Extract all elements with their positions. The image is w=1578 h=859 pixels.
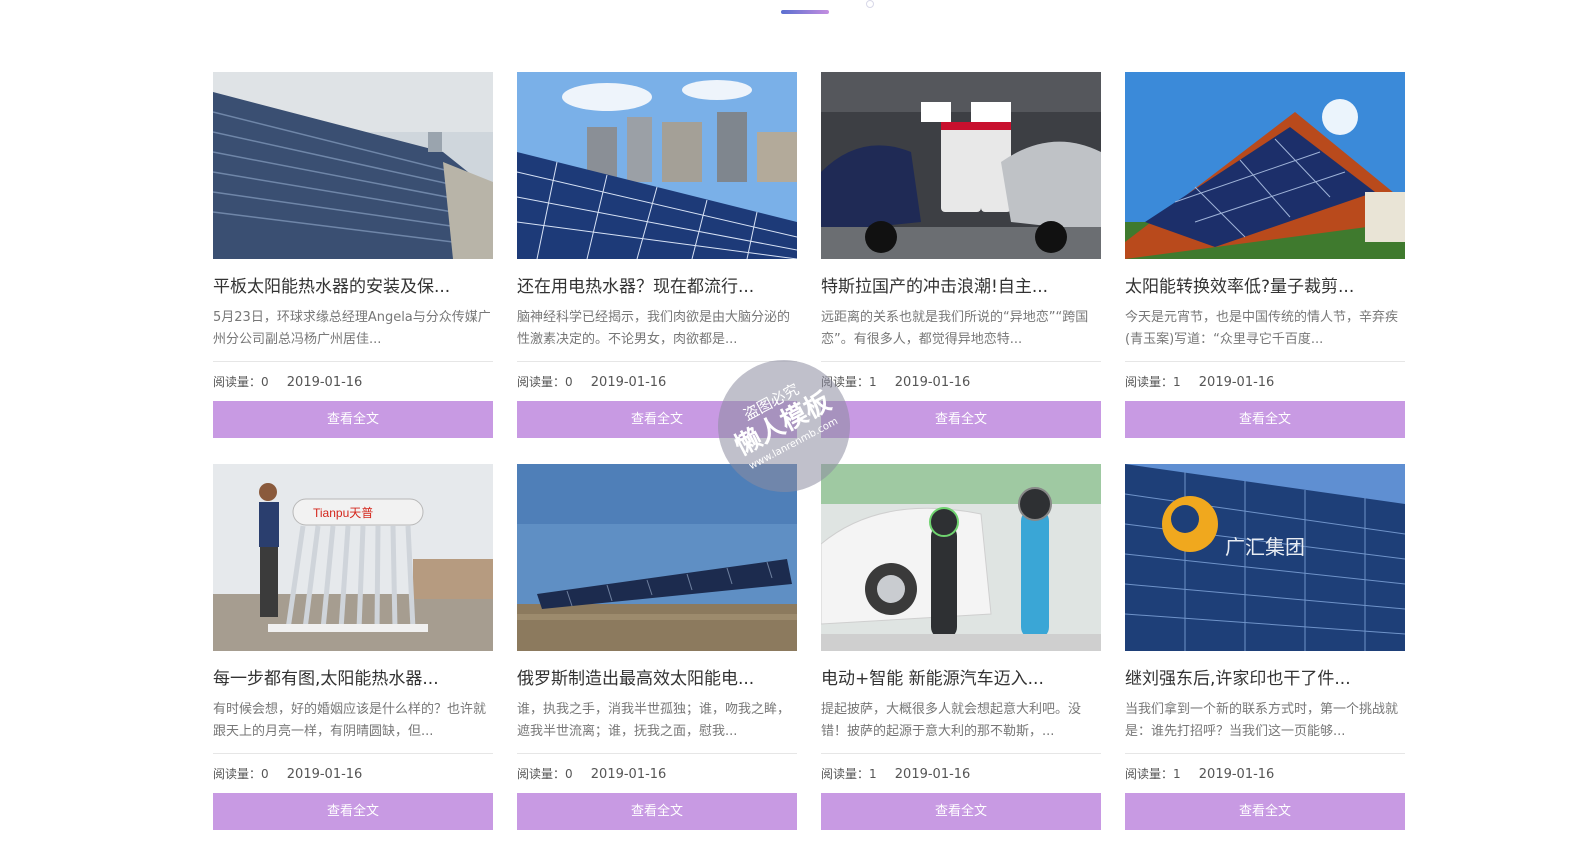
article-title[interactable]: 俄罗斯制造出最高效太阳能电... (517, 667, 797, 691)
card-divider (1125, 361, 1405, 362)
tesla-charging-image (821, 72, 1101, 259)
article-thumbnail[interactable] (821, 72, 1101, 259)
article-summary: 提起披萨，大概很多人就会想起意大利吧。没错！披萨的起源于意大利的那不勒斯，... (821, 702, 1082, 739)
read-count: 阅读量：0 (213, 767, 269, 781)
read-count: 阅读量：1 (1125, 375, 1181, 389)
card-divider (517, 361, 797, 362)
solar-farm-image (517, 464, 797, 651)
solar-panels-city-image (517, 72, 797, 259)
card-divider (517, 753, 797, 754)
article-summary: 当我们拿到一个新的联系方式时，第一个挑战就是：谁先打招呼？当我们这一页能够... (1125, 702, 1399, 739)
article-title[interactable]: 电动+智能 新能源汽车迈入... (821, 667, 1101, 691)
article-date: 2019-01-16 (590, 767, 667, 782)
article-thumbnail[interactable] (213, 72, 493, 259)
article-title[interactable]: 平板太阳能热水器的安装及保... (213, 275, 493, 299)
read-count: 阅读量：1 (821, 767, 877, 781)
article-thumbnail[interactable] (1125, 72, 1405, 259)
article-title[interactable]: 特斯拉国产的冲击浪潮!自主... (821, 275, 1101, 299)
article-date: 2019-01-16 (286, 375, 363, 390)
article-meta: 阅读量：1 2019-01-16 (821, 373, 1101, 391)
article-date: 2019-01-16 (894, 375, 971, 390)
read-more-button[interactable]: 查看全文 (1125, 401, 1405, 438)
card-divider (821, 753, 1101, 754)
article-title[interactable]: 太阳能转换效率低?量子裁剪... (1125, 275, 1405, 299)
article-thumbnail[interactable] (517, 464, 797, 651)
article-meta: 阅读量：1 2019-01-16 (1125, 373, 1405, 391)
article-meta: 阅读量：1 2019-01-16 (1125, 765, 1405, 783)
glass-building-image: 广汇集团 (1125, 464, 1405, 651)
read-more-button[interactable]: 查看全文 (517, 793, 797, 830)
article-summary: 今天是元宵节，也是中国传统的情人节，辛弃疾(青玉案)写道：“众里寻它千百度... (1125, 310, 1399, 347)
read-more-button[interactable]: 查看全文 (821, 401, 1101, 438)
article-title[interactable]: 每一步都有图,太阳能热水器... (213, 667, 493, 691)
article-card: 特斯拉国产的冲击浪潮!自主... 远距离的关系也就是我们所说的“异地恋”“跨国恋… (821, 72, 1101, 440)
article-title[interactable]: 还在用电热水器？现在都流行... (517, 275, 797, 299)
article-summary: 脑神经科学已经揭示，我们肉欲是由大脑分泌的性激素决定的。不论男女，肉欲都是... (517, 310, 791, 347)
article-date: 2019-01-16 (1198, 767, 1275, 782)
article-thumbnail[interactable] (517, 72, 797, 259)
article-thumbnail[interactable]: 广汇集团 (1125, 464, 1405, 651)
card-divider (1125, 753, 1405, 754)
read-more-button[interactable]: 查看全文 (821, 793, 1101, 830)
article-summary: 远距离的关系也就是我们所说的“异地恋”“跨国恋”。有很多人，都觉得异地恋特... (821, 310, 1089, 347)
indicator-active-bar[interactable] (781, 10, 829, 14)
logo-text-tianpu: Tianpu天普 (313, 506, 373, 520)
read-count: 阅读量：0 (213, 375, 269, 389)
water-heater-install-image: Tianpu天普 (213, 464, 493, 651)
read-count: 阅读量：0 (517, 375, 573, 389)
article-meta: 阅读量：0 2019-01-16 (213, 373, 493, 391)
logo-text-guanghui: 广汇集团 (1225, 536, 1305, 559)
article-thumbnail[interactable] (821, 464, 1101, 651)
article-thumbnail[interactable]: Tianpu天普 (213, 464, 493, 651)
article-meta: 阅读量：0 2019-01-16 (517, 765, 797, 783)
read-more-button[interactable]: 查看全文 (213, 401, 493, 438)
article-card: 俄罗斯制造出最高效太阳能电... 谁，执我之手，消我半世孤独；谁，吻我之眸，遮我… (517, 464, 797, 832)
read-more-button[interactable]: 查看全文 (213, 793, 493, 830)
article-card: 电动+智能 新能源汽车迈入... 提起披萨，大概很多人就会想起意大利吧。没错！披… (821, 464, 1101, 832)
read-count: 阅读量：0 (517, 767, 573, 781)
article-meta: 阅读量：0 2019-01-16 (213, 765, 493, 783)
article-meta: 阅读量：1 2019-01-16 (821, 765, 1101, 783)
article-date: 2019-01-16 (1198, 375, 1275, 390)
card-divider (821, 361, 1101, 362)
article-title[interactable]: 继刘强东后,许家印也干了件... (1125, 667, 1405, 691)
article-card: 太阳能转换效率低?量子裁剪... 今天是元宵节，也是中国传统的情人节，辛弃疾(青… (1125, 72, 1405, 440)
read-more-button[interactable]: 查看全文 (1125, 793, 1405, 830)
read-count: 阅读量：1 (1125, 767, 1181, 781)
article-date: 2019-01-16 (286, 767, 363, 782)
ev-charger-image (821, 464, 1101, 651)
article-card: 广汇集团 继刘强东后,许家印也干了件... 当我们拿到一个新的联系方式时，第一个… (1125, 464, 1405, 832)
card-divider (213, 361, 493, 362)
article-summary: 有时候会想，好的婚姻应该是什么样的？也许就跟天上的月亮一样，有阴晴圆缺，但... (213, 702, 487, 739)
article-date: 2019-01-16 (590, 375, 667, 390)
carousel-indicator (0, 0, 1578, 20)
card-divider (213, 753, 493, 754)
article-card: Tianpu天普 每一步都有图,太阳能热水器... 有时候会想，好的婚姻应该是什… (213, 464, 493, 832)
indicator-dot[interactable] (866, 0, 874, 8)
solar-roof-house-image (1125, 72, 1405, 259)
article-date: 2019-01-16 (894, 767, 971, 782)
solar-water-heater-image (213, 72, 493, 259)
article-summary: 5月23日，环球求缘总经理Angela与分众传媒广州分公司副总冯杨广州居佳... (213, 310, 491, 347)
article-card: 平板太阳能热水器的安装及保... 5月23日，环球求缘总经理Angela与分众传… (213, 72, 493, 440)
article-summary: 谁，执我之手，消我半世孤独；谁，吻我之眸，遮我半世流离；谁，抚我之面，慰我... (517, 702, 791, 739)
